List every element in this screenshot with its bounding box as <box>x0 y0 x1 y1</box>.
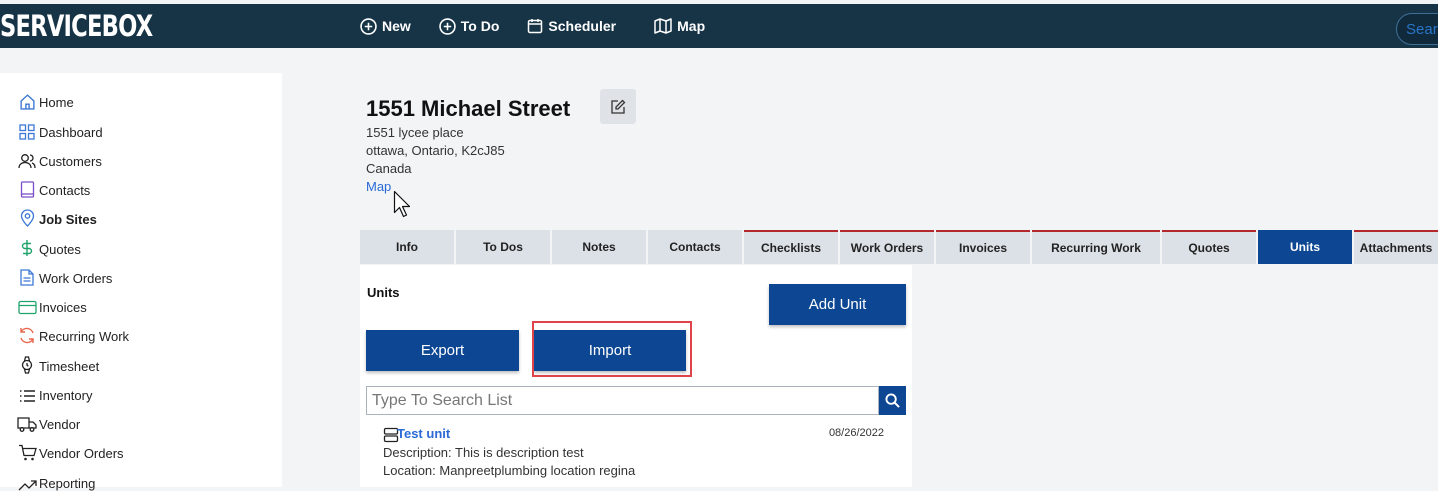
tab-quotes[interactable]: Quotes <box>1162 230 1256 264</box>
book-icon <box>17 178 37 198</box>
sidebar-item-label: Customers <box>39 154 102 169</box>
sidebar-item-timesheet[interactable]: Timesheet <box>17 354 99 374</box>
dashboard-icon <box>17 120 37 140</box>
sidebar-item-label: Quotes <box>39 242 81 257</box>
map-icon <box>654 18 672 34</box>
sidebar-item-label: Vendor Orders <box>39 446 124 461</box>
sidebar: Home Dashboard Customers Contacts Job Si… <box>0 73 282 491</box>
app-logo[interactable]: SERVICEBOX <box>0 9 153 43</box>
units-search-button[interactable] <box>879 386 906 415</box>
sidebar-item-label: Inventory <box>39 388 93 403</box>
refresh-icon <box>17 324 37 344</box>
new-button[interactable]: New <box>360 17 411 35</box>
sidebar-item-dashboard[interactable]: Dashboard <box>17 120 103 140</box>
edit-site-button[interactable] <box>600 89 636 124</box>
tab-contacts[interactable]: Contacts <box>648 230 742 264</box>
location-pin-icon <box>17 207 37 227</box>
add-unit-button[interactable]: Add Unit <box>769 284 906 325</box>
units-heading: Units <box>367 285 400 300</box>
map-link[interactable]: Map <box>366 179 391 194</box>
units-panel: Units Add Unit Export Import Test unit 0… <box>360 265 912 487</box>
sidebar-item-label: Reporting <box>39 476 96 491</box>
sidebar-item-home[interactable]: Home <box>17 90 74 110</box>
sidebar-item-job-sites[interactable]: Job Sites <box>17 207 97 227</box>
map-nav-button[interactable]: Map <box>654 18 705 34</box>
unit-location: Location: Manpreetplumbing location regi… <box>383 463 636 478</box>
truck-icon <box>17 412 37 432</box>
page-title: 1551 Michael Street <box>366 96 571 121</box>
dollar-icon <box>17 237 37 257</box>
trend-icon <box>17 471 37 491</box>
tab-units[interactable]: Units <box>1258 230 1352 264</box>
todo-button[interactable]: To Do <box>439 17 500 35</box>
export-button[interactable]: Export <box>366 330 519 371</box>
home-icon <box>17 90 37 110</box>
watch-icon <box>17 354 37 374</box>
mouse-cursor-icon <box>393 190 411 218</box>
sidebar-item-label: Contacts <box>39 183 91 198</box>
scheduler-button[interactable]: Scheduler <box>527 18 616 34</box>
tab-invoices[interactable]: Invoices <box>936 230 1030 264</box>
cart-icon <box>17 441 37 461</box>
address-line-2: ottawa, Ontario, K2cJ85 <box>366 143 505 158</box>
unit-description: Description: This is description test <box>383 445 584 460</box>
sidebar-item-reporting[interactable]: Reporting <box>17 471 95 491</box>
sidebar-item-work-orders[interactable]: Work Orders <box>17 266 112 286</box>
units-search-input[interactable] <box>366 386 879 415</box>
sidebar-item-label: Timesheet <box>39 359 100 374</box>
global-search-input[interactable]: Sear <box>1396 13 1438 45</box>
document-icon <box>17 266 37 286</box>
sidebar-item-vendor-orders[interactable]: Vendor Orders <box>17 441 124 461</box>
tab-notes[interactable]: Notes <box>552 230 646 264</box>
sidebar-item-contacts[interactable]: Contacts <box>17 178 90 198</box>
top-bar: SERVICEBOX New To Do Scheduler Map Sear <box>0 4 1438 48</box>
sidebar-item-label: Vendor <box>39 417 81 432</box>
todo-label: To Do <box>460 18 500 34</box>
users-icon <box>17 149 37 169</box>
unit-name-link[interactable]: Test unit <box>397 426 450 441</box>
list-item[interactable]: Test unit 08/26/2022 Description: This i… <box>376 425 890 487</box>
credit-card-icon <box>17 295 37 315</box>
tab-attachments[interactable]: Attachments <box>1354 230 1438 264</box>
tab-info[interactable]: Info <box>360 230 454 264</box>
edit-icon <box>611 99 626 114</box>
address-line-1: 1551 lycee place <box>366 125 464 140</box>
list-icon <box>17 383 37 403</box>
sidebar-item-inventory[interactable]: Inventory <box>17 383 92 403</box>
sidebar-item-label: Work Orders <box>39 271 113 286</box>
sidebar-item-label: Dashboard <box>39 125 103 140</box>
units-search <box>366 386 906 415</box>
calendar-icon <box>528 19 543 34</box>
tab-recurring-work[interactable]: Recurring Work <box>1032 230 1160 264</box>
tab-checklists[interactable]: Checklists <box>744 230 838 264</box>
sidebar-item-label: Recurring Work <box>39 329 130 344</box>
sidebar-item-vendor[interactable]: Vendor <box>17 412 80 432</box>
sidebar-item-quotes[interactable]: Quotes <box>17 237 81 257</box>
sidebar-item-recurring-work[interactable]: Recurring Work <box>17 324 129 344</box>
address-country: Canada <box>366 161 412 176</box>
sidebar-item-label: Invoices <box>39 300 87 315</box>
search-icon <box>885 393 900 408</box>
unit-date: 08/26/2022 <box>828 427 884 439</box>
plus-circle-icon <box>360 17 377 35</box>
sidebar-item-customers[interactable]: Customers <box>17 149 102 169</box>
new-label: New <box>382 18 411 34</box>
plus-circle-icon <box>439 17 456 35</box>
scheduler-label: Scheduler <box>548 18 617 34</box>
import-highlight-box <box>532 321 692 377</box>
tab-work-orders[interactable]: Work Orders <box>840 230 934 264</box>
map-nav-label: Map <box>677 18 706 34</box>
site-tabs: Info To Dos Notes Contacts Checklists Wo… <box>360 230 1438 264</box>
sidebar-item-label: Job Sites <box>39 212 97 227</box>
top-nav: New To Do Scheduler Map <box>360 4 743 48</box>
tab-todos[interactable]: To Dos <box>456 230 550 264</box>
sidebar-item-invoices[interactable]: Invoices <box>17 295 87 315</box>
sidebar-item-label: Home <box>39 95 74 110</box>
